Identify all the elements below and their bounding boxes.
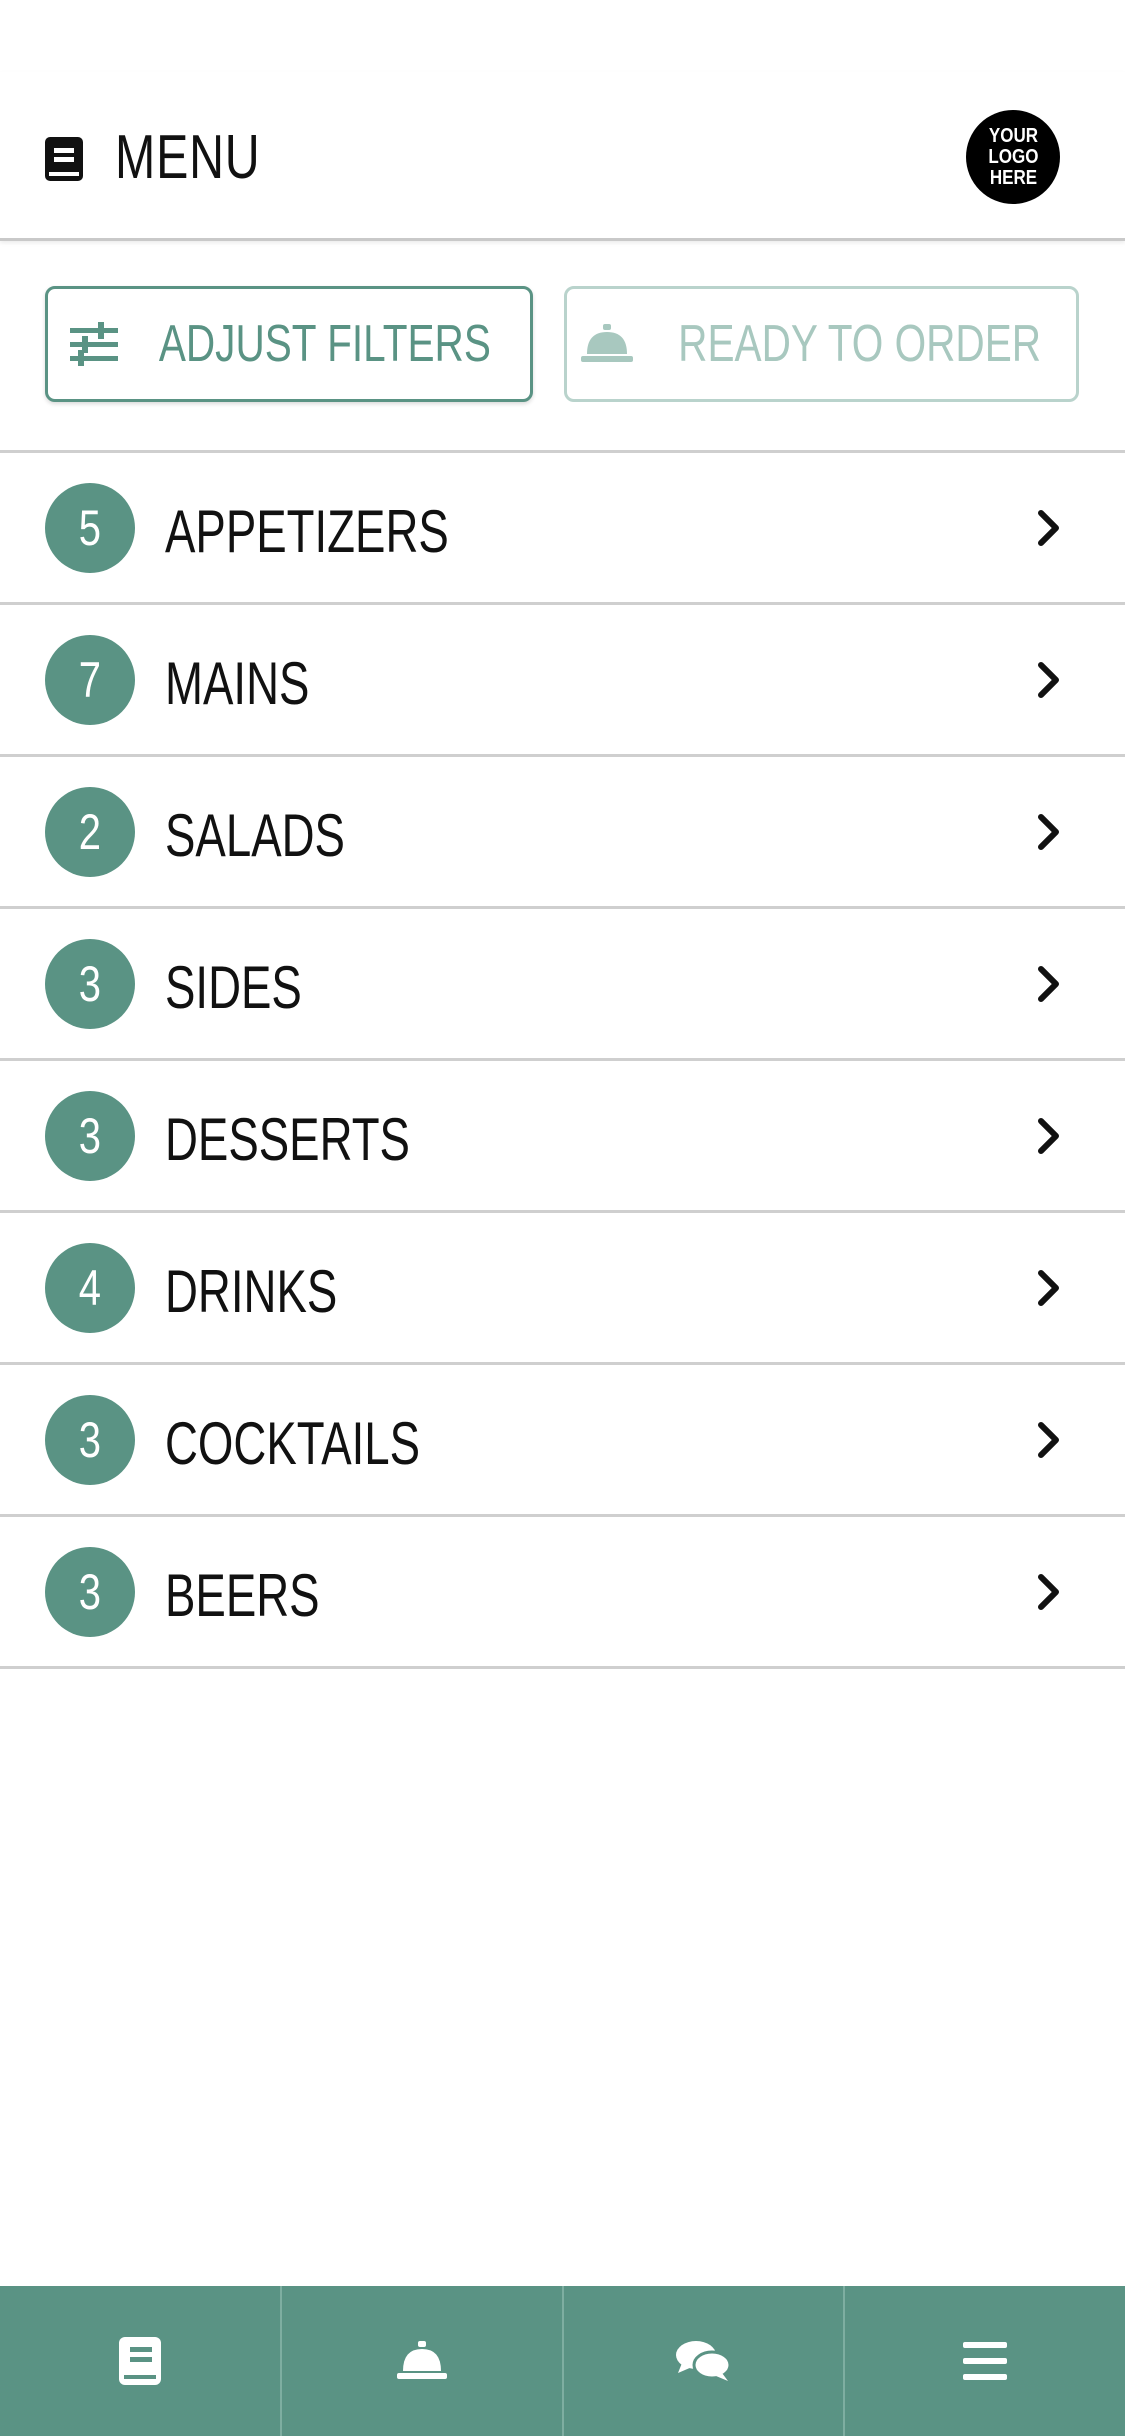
chevron-right-icon bbox=[1038, 966, 1059, 1002]
item-count-badge: 2 bbox=[45, 787, 135, 877]
adjust-filters-label: ADJUST FILTERS bbox=[158, 315, 492, 373]
page-title: MENU bbox=[115, 123, 261, 192]
nav-more[interactable] bbox=[843, 2286, 1125, 2436]
chevron-right-icon bbox=[1038, 1118, 1059, 1154]
category-label: DRINKS bbox=[165, 1258, 338, 1325]
category-label: MAINS bbox=[165, 650, 310, 717]
item-count-badge: 4 bbox=[45, 1243, 135, 1333]
category-row-sides[interactable]: 3 SIDES bbox=[0, 906, 1125, 1058]
adjust-filters-button[interactable]: ADJUST FILTERS bbox=[45, 286, 533, 402]
chevron-right-icon bbox=[1038, 662, 1059, 698]
category-label: DESSERTS bbox=[165, 1106, 410, 1173]
chevron-right-icon bbox=[1038, 1574, 1059, 1610]
service-bell-icon bbox=[396, 2341, 447, 2379]
ready-to-order-label: READY TO ORDER bbox=[678, 315, 1041, 373]
sliders-icon bbox=[70, 322, 119, 366]
category-row-cocktails[interactable]: 3 COCKTAILS bbox=[0, 1362, 1125, 1514]
hamburger-icon bbox=[963, 2342, 1008, 2380]
status-bar bbox=[0, 0, 1125, 72]
chevron-right-icon bbox=[1038, 814, 1059, 850]
category-label: COCKTAILS bbox=[165, 1410, 421, 1477]
bottom-navigation bbox=[0, 2286, 1125, 2436]
nav-menu[interactable] bbox=[0, 2286, 280, 2436]
item-count-badge: 3 bbox=[45, 939, 135, 1029]
nav-chat[interactable] bbox=[561, 2286, 844, 2436]
category-label: BEERS bbox=[165, 1562, 320, 1629]
menu-book-icon bbox=[45, 137, 83, 181]
app-header: MENU YOUR LOGO HERE bbox=[0, 72, 1125, 241]
item-count-badge: 3 bbox=[45, 1547, 135, 1637]
nav-order[interactable] bbox=[279, 2286, 562, 2436]
chevron-right-icon bbox=[1038, 510, 1059, 546]
restaurant-logo: YOUR LOGO HERE bbox=[966, 110, 1060, 204]
chat-bubbles-icon bbox=[676, 2341, 732, 2381]
chevron-right-icon bbox=[1038, 1270, 1059, 1306]
ready-to-order-button[interactable]: READY TO ORDER bbox=[564, 286, 1079, 402]
item-count-badge: 3 bbox=[45, 1091, 135, 1181]
chevron-right-icon bbox=[1038, 1422, 1059, 1458]
category-label: SALADS bbox=[165, 802, 345, 869]
item-count-badge: 5 bbox=[45, 483, 135, 573]
category-row-desserts[interactable]: 3 DESSERTS bbox=[0, 1058, 1125, 1210]
category-label: SIDES bbox=[165, 954, 302, 1021]
menu-book-icon bbox=[118, 2337, 161, 2385]
item-count-badge: 7 bbox=[45, 635, 135, 725]
service-bell-icon bbox=[580, 324, 633, 362]
category-row-salads[interactable]: 2 SALADS bbox=[0, 754, 1125, 906]
category-list: 5 APPETIZERS 7 MAINS 2 SALADS 3 SIDES 3 … bbox=[0, 450, 1125, 1669]
category-row-appetizers[interactable]: 5 APPETIZERS bbox=[0, 450, 1125, 602]
category-row-drinks[interactable]: 4 DRINKS bbox=[0, 1210, 1125, 1362]
category-row-beers[interactable]: 3 BEERS bbox=[0, 1514, 1125, 1669]
item-count-badge: 3 bbox=[45, 1395, 135, 1485]
category-row-mains[interactable]: 7 MAINS bbox=[0, 602, 1125, 754]
category-label: APPETIZERS bbox=[165, 498, 449, 565]
